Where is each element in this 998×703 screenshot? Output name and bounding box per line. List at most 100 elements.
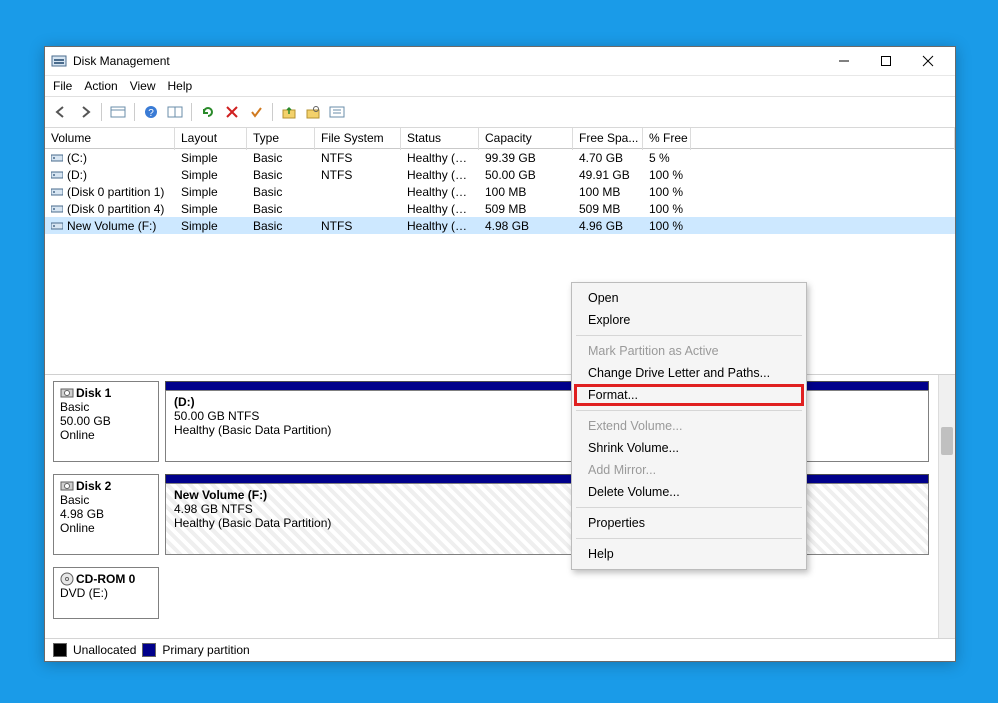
cell-status: Healthy (B... (401, 151, 479, 165)
context-menu-item[interactable]: Format... (574, 384, 804, 406)
volume-row[interactable]: (Disk 0 partition 4)SimpleBasicHealthy (… (45, 200, 955, 217)
close-button[interactable] (907, 47, 949, 75)
maximize-button[interactable] (865, 47, 907, 75)
cell-layout: Simple (175, 219, 247, 233)
context-menu-item[interactable]: Shrink Volume... (574, 437, 804, 459)
partition-box[interactable]: New Volume (F:)4.98 GB NTFSHealthy (Basi… (165, 483, 929, 555)
menu-file[interactable]: File (53, 79, 72, 93)
check-icon (250, 106, 262, 118)
cell-fs: NTFS (315, 168, 401, 182)
cell-capacity: 4.98 GB (479, 219, 573, 233)
context-menu: OpenExploreMark Partition as ActiveChang… (571, 282, 807, 570)
volume-row[interactable]: (D:)SimpleBasicNTFSHealthy (B...50.00 GB… (45, 166, 955, 183)
properties-button[interactable] (327, 102, 347, 122)
help-button[interactable]: ? (141, 102, 161, 122)
disk-graphical-view: Disk 1Basic50.00 GBOnline(D:)50.00 GB NT… (45, 375, 955, 638)
col-status[interactable]: Status (401, 128, 479, 150)
context-menu-item[interactable]: Delete Volume... (574, 481, 804, 503)
show-hide-button[interactable] (108, 102, 128, 122)
panel-icon (110, 105, 126, 119)
col-spacer (691, 128, 955, 150)
menu-help[interactable]: Help (168, 79, 193, 93)
legend: Unallocated Primary partition (45, 638, 955, 661)
col-pct[interactable]: % Free (643, 128, 691, 150)
settings-button[interactable] (165, 102, 185, 122)
context-menu-item[interactable]: Help (574, 543, 804, 565)
context-menu-item: Add Mirror... (574, 459, 804, 481)
back-button[interactable] (51, 102, 71, 122)
disk-label[interactable]: Disk 1Basic50.00 GBOnline (53, 381, 159, 462)
context-menu-item[interactable]: Explore (574, 309, 804, 331)
cell-volume: (D:) (45, 168, 175, 182)
legend-primary-label: Primary partition (162, 643, 249, 657)
vertical-scrollbar[interactable] (938, 375, 955, 638)
settings-icon (167, 105, 183, 119)
folder-up-icon (282, 105, 296, 119)
disk-block: CD-ROM 0DVD (E:) (53, 567, 929, 619)
disk-graph: (D:)50.00 GB NTFSHealthy (Basic Data Par… (165, 381, 929, 462)
context-menu-separator (576, 335, 802, 336)
scrollbar-thumb[interactable] (941, 427, 953, 455)
cell-type: Basic (247, 151, 315, 165)
context-menu-item[interactable]: Open (574, 287, 804, 309)
cell-capacity: 99.39 GB (479, 151, 573, 165)
action2-button[interactable] (303, 102, 323, 122)
help-icon: ? (144, 105, 158, 119)
swatch-primary (142, 643, 156, 657)
forward-button[interactable] (75, 102, 95, 122)
menu-action[interactable]: Action (84, 79, 117, 93)
col-type[interactable]: Type (247, 128, 315, 150)
maximize-icon (880, 55, 892, 67)
close-icon (922, 55, 934, 67)
context-menu-item[interactable]: Change Drive Letter and Paths... (574, 362, 804, 384)
cell-capacity: 509 MB (479, 202, 573, 216)
col-filesystem[interactable]: File System (315, 128, 401, 150)
volume-list: Volume Layout Type File System Status Ca… (45, 128, 955, 375)
minimize-button[interactable] (823, 47, 865, 75)
refresh-icon (201, 105, 215, 119)
cell-free: 4.70 GB (573, 151, 643, 165)
disk-label[interactable]: Disk 2Basic4.98 GBOnline (53, 474, 159, 555)
cell-capacity: 50.00 GB (479, 168, 573, 182)
cell-pct: 100 % (643, 185, 691, 199)
col-capacity[interactable]: Capacity (479, 128, 573, 150)
cell-volume: (C:) (45, 151, 175, 165)
partition-bar (165, 474, 929, 483)
properties-icon (329, 105, 345, 119)
context-menu-item[interactable]: Properties (574, 512, 804, 534)
volume-row[interactable]: (Disk 0 partition 1)SimpleBasicHealthy (… (45, 183, 955, 200)
menubar: File Action View Help (45, 76, 955, 97)
cell-type: Basic (247, 202, 315, 216)
cell-pct: 100 % (643, 168, 691, 182)
delete-button[interactable] (222, 102, 242, 122)
cell-capacity: 100 MB (479, 185, 573, 199)
context-menu-separator (576, 538, 802, 539)
cell-free: 4.96 GB (573, 219, 643, 233)
cell-layout: Simple (175, 168, 247, 182)
col-volume[interactable]: Volume (45, 128, 175, 150)
refresh-button[interactable] (198, 102, 218, 122)
cell-free: 49.91 GB (573, 168, 643, 182)
action1-button[interactable] (279, 102, 299, 122)
check-button[interactable] (246, 102, 266, 122)
x-icon (226, 106, 238, 118)
disk-management-icon (51, 53, 67, 69)
volume-row[interactable]: (C:)SimpleBasicNTFSHealthy (B...99.39 GB… (45, 149, 955, 166)
volume-row[interactable]: New Volume (F:)SimpleBasicNTFSHealthy (B… (45, 217, 955, 234)
volume-list-header: Volume Layout Type File System Status Ca… (45, 128, 955, 149)
disk-graph: New Volume (F:)4.98 GB NTFSHealthy (Basi… (165, 474, 929, 555)
legend-unallocated-label: Unallocated (73, 643, 136, 657)
partition-box[interactable]: (D:)50.00 GB NTFSHealthy (Basic Data Par… (165, 390, 929, 462)
partition-bar (165, 381, 929, 390)
minimize-icon (838, 55, 850, 67)
col-free[interactable]: Free Spa... (573, 128, 643, 150)
disk-label[interactable]: CD-ROM 0DVD (E:) (53, 567, 159, 619)
menu-view[interactable]: View (130, 79, 156, 93)
cell-status: Healthy (R... (401, 202, 479, 216)
volume-list-body: (C:)SimpleBasicNTFSHealthy (B...99.39 GB… (45, 149, 955, 234)
col-layout[interactable]: Layout (175, 128, 247, 150)
toolbar: ? (45, 97, 955, 128)
folder-search-icon (306, 105, 320, 119)
cell-type: Basic (247, 219, 315, 233)
cell-volume: (Disk 0 partition 1) (45, 185, 175, 199)
